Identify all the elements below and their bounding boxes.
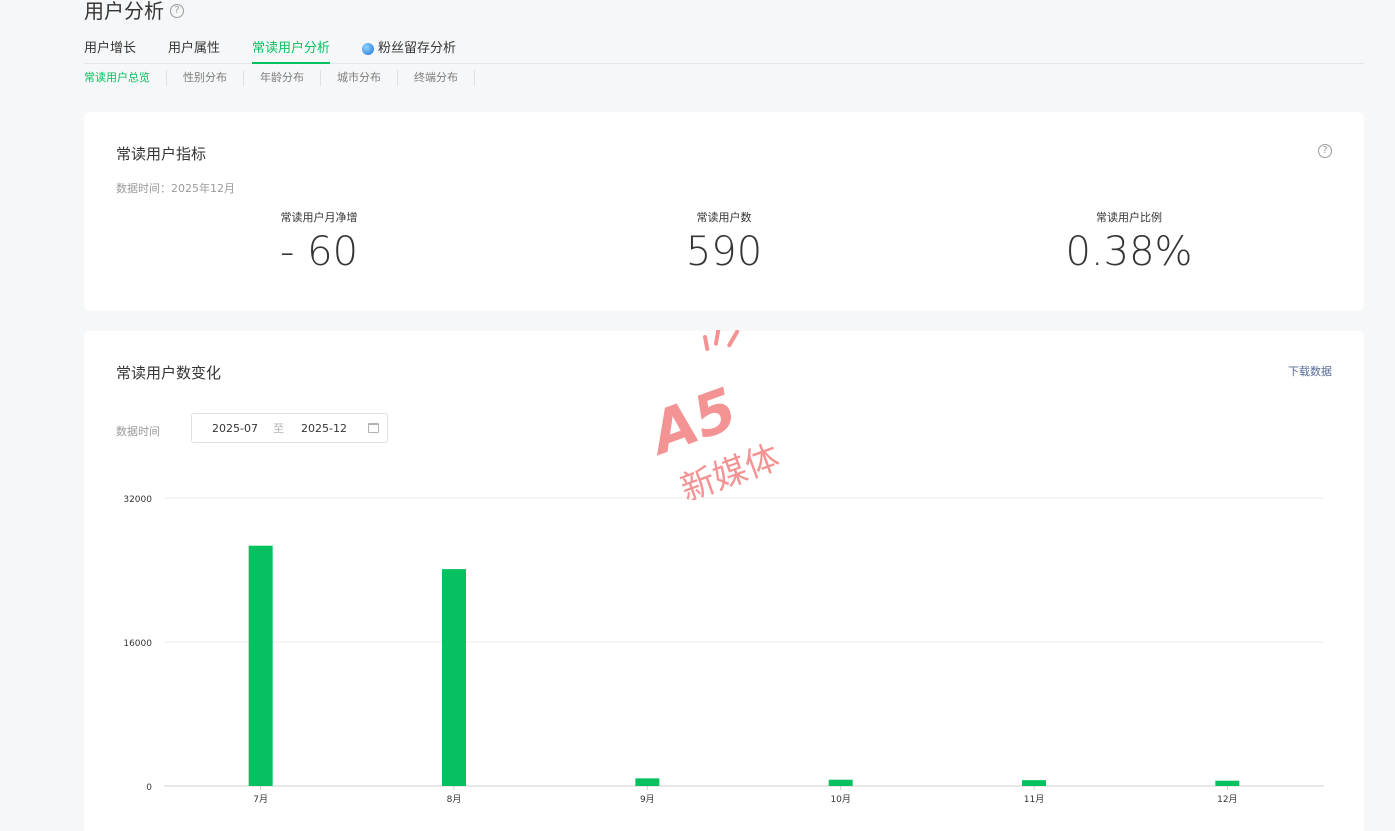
- metric-value: - 60: [279, 229, 359, 275]
- page-title-text: 用户分析: [84, 0, 164, 23]
- chart-bar[interactable]: [828, 779, 853, 786]
- subtab-gender[interactable]: 性别分布: [167, 70, 244, 86]
- metrics-help-icon[interactable]: [1318, 144, 1332, 158]
- help-icon[interactable]: [170, 4, 184, 18]
- subtab-device[interactable]: 终端分布: [398, 70, 475, 86]
- metric-value: 590: [685, 229, 763, 275]
- x-tick-label: 12月: [1217, 794, 1237, 805]
- metric-reader-ratio: 常读用户比例 0.38%: [1009, 210, 1249, 276]
- y-tick-label: 0: [146, 783, 152, 793]
- metric-reader-count: 常读用户数 590: [604, 210, 844, 276]
- tab-fan-retention-label: 粉丝留存分析: [378, 41, 457, 56]
- y-tick-label: 16000: [123, 639, 152, 649]
- page: 用户分析 用户增长 用户属性 常读用户分析 粉丝留存分析 常读用户总览 性别分布…: [0, 0, 1395, 831]
- subtab-city[interactable]: 城市分布: [321, 70, 398, 86]
- metrics-card: 常读用户指标 数据时间：2025年12月 常读用户月净增 - 60 常读用户数 …: [84, 112, 1364, 311]
- chart-bar[interactable]: [248, 545, 273, 786]
- sub-tabs: 常读用户总览 性别分布 年龄分布 城市分布 终端分布: [84, 70, 475, 86]
- page-title: 用户分析: [84, 0, 184, 26]
- metric-label: 常读用户比例: [1096, 211, 1162, 224]
- subtab-age[interactable]: 年龄分布: [244, 70, 321, 86]
- new-badge-icon: [362, 43, 375, 55]
- metrics-data-time: 数据时间：2025年12月: [116, 182, 235, 195]
- tab-frequent-readers[interactable]: 常读用户分析: [252, 39, 331, 64]
- tab-user-growth[interactable]: 用户增长: [84, 39, 136, 64]
- y-tick-label: 32000: [123, 495, 152, 505]
- chart-card: 常读用户数变化 下载数据 数据时间 2025-07 至 2025-12 0 160…: [84, 331, 1364, 831]
- main-tabs: 用户增长 用户属性 常读用户分析 粉丝留存分析: [84, 39, 1364, 64]
- subtab-overview[interactable]: 常读用户总览: [84, 70, 167, 86]
- chart-bar[interactable]: [1022, 780, 1046, 786]
- x-tick-label: 11月: [1024, 794, 1044, 805]
- chart-bar[interactable]: [1215, 780, 1240, 786]
- tab-user-attributes[interactable]: 用户属性: [168, 39, 220, 64]
- tab-fan-retention[interactable]: 粉丝留存分析: [362, 39, 456, 64]
- x-tick-label: 10月: [830, 794, 850, 805]
- bar-chart: 0 16000 32000 7月 8月 9月 10月 11月 12月: [123, 495, 1324, 805]
- metric-value: 0.38%: [1065, 229, 1193, 275]
- metric-label: 常读用户月净增: [280, 211, 358, 224]
- metrics-card-title: 常读用户指标: [116, 145, 207, 163]
- x-tick-label: 7月: [253, 794, 268, 805]
- x-tick-label: 8月: [447, 794, 462, 805]
- metric-net-growth: 常读用户月净增 - 60: [199, 210, 439, 276]
- x-tick-label: 9月: [640, 794, 655, 805]
- chart-bar[interactable]: [635, 778, 660, 786]
- chart-bar[interactable]: [442, 569, 466, 786]
- metric-label: 常读用户数: [696, 211, 752, 224]
